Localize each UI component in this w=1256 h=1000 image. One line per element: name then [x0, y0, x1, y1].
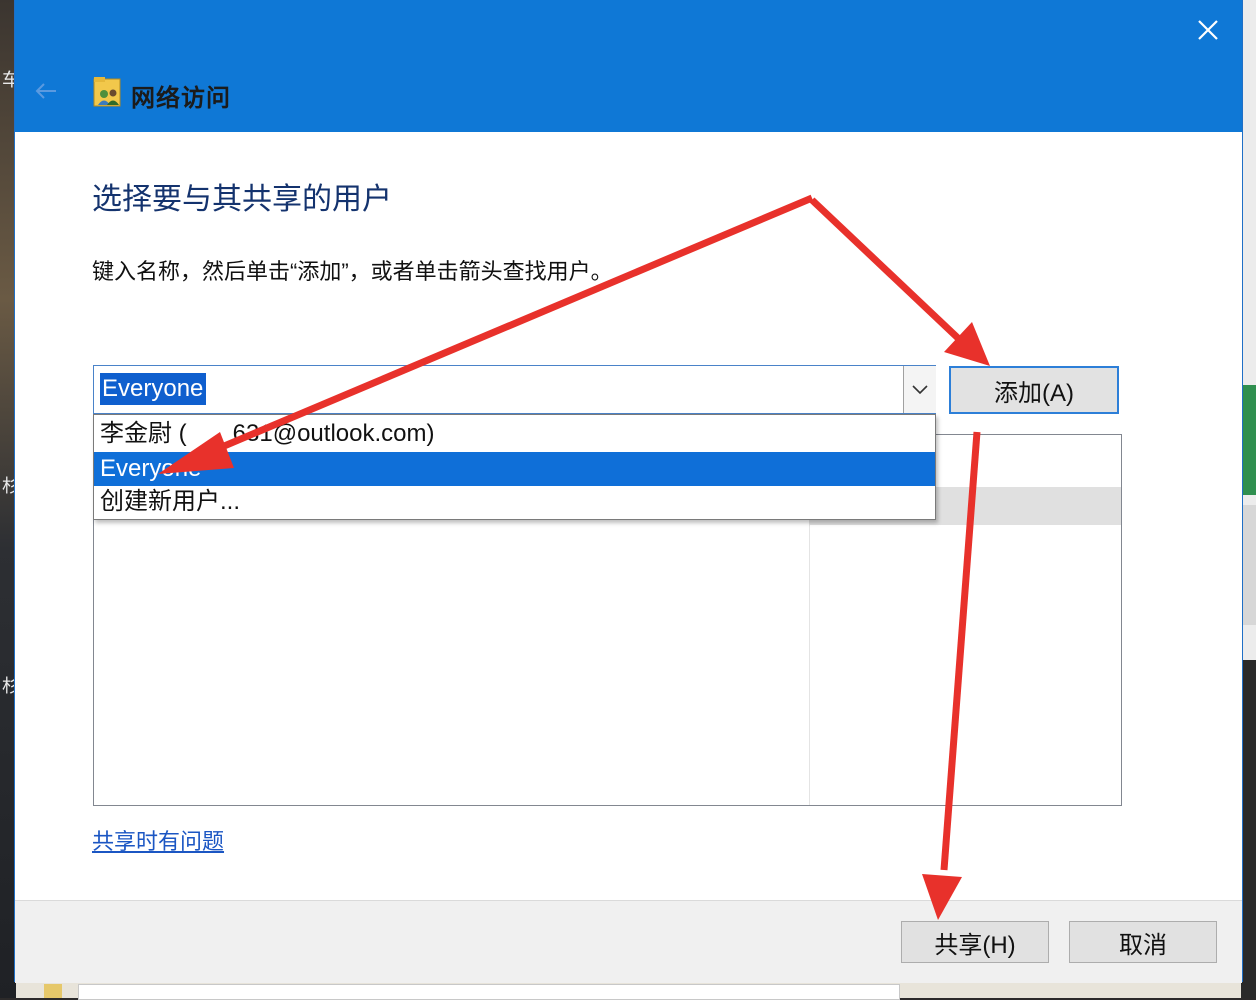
user-name-input[interactable]: [100, 373, 206, 405]
back-button[interactable]: [33, 76, 59, 106]
dropdown-item-label: 李金尉 (: [100, 420, 187, 447]
add-button[interactable]: 添加(A): [949, 366, 1119, 414]
share-button[interactable]: 共享(H): [901, 921, 1049, 963]
title-bar: 网络访问: [15, 0, 1242, 132]
cancel-button[interactable]: 取消: [1069, 921, 1217, 963]
page-title: 选择要与其共享的用户: [92, 183, 392, 216]
desktop-background-bottom: [16, 982, 1241, 1000]
desktop-background-right: [1241, 0, 1256, 998]
arrow-left-icon: [35, 83, 56, 99]
network-access-dialog: 网络访问 选择要与其共享的用户 键入名称，然后单击“添加”，或者单击箭头查找用户…: [14, 0, 1243, 983]
close-button[interactable]: [1182, 8, 1234, 52]
user-dropdown-list: 李金尉 ( 631@outlook.com) Everyone 创建新用户...: [93, 414, 936, 520]
dropdown-arrow-button[interactable]: [903, 366, 936, 413]
instruction-text: 键入名称，然后单击“添加”，或者单击箭头查找用户。: [92, 259, 613, 284]
sharing-help-link[interactable]: 共享时有问题: [92, 824, 224, 856]
dropdown-item-create-user[interactable]: 创建新用户...: [94, 485, 935, 519]
network-users-icon: [93, 77, 121, 107]
window-title: 网络访问: [131, 85, 231, 112]
user-name-combobox[interactable]: [93, 365, 936, 414]
dropdown-item-email: 631@outlook.com): [232, 420, 435, 447]
chevron-down-icon: [912, 384, 928, 394]
dropdown-item-everyone[interactable]: Everyone: [94, 452, 935, 486]
dropdown-item-user[interactable]: 李金尉 ( 631@outlook.com): [94, 417, 935, 451]
close-icon: [1198, 20, 1218, 40]
dialog-footer: 共享(H) 取消: [15, 900, 1242, 983]
